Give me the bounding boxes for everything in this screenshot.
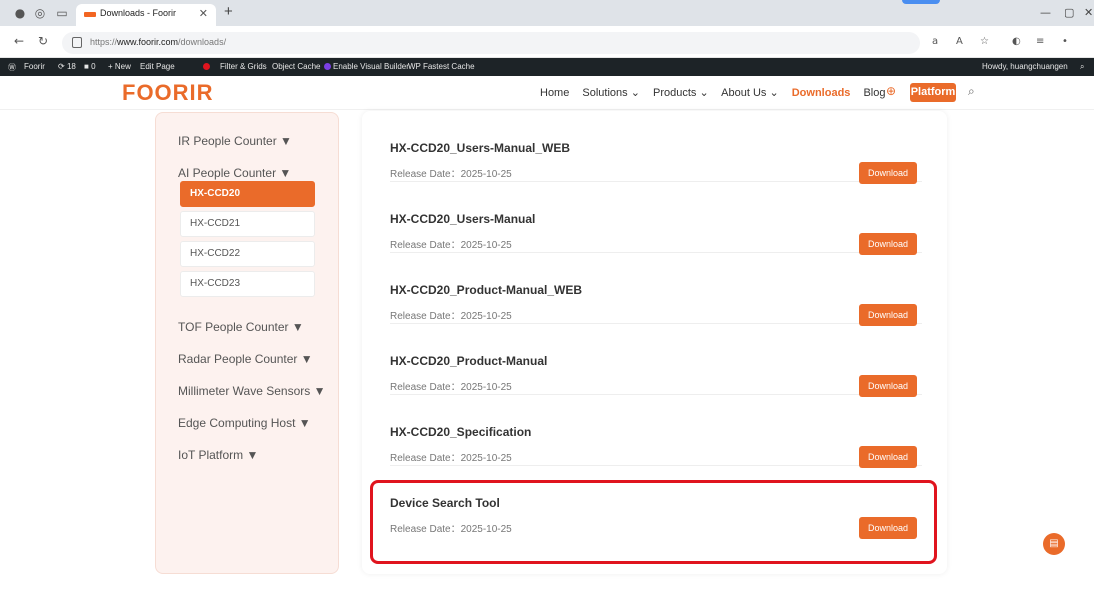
divi-icon [324,63,331,70]
wp-visual-builder-label: Enable Visual Builder [333,62,409,71]
refresh-icon[interactable]: ↻ [38,34,48,48]
subitem-hx-ccd20[interactable]: HX-CCD20 [180,181,315,207]
download-item: HX-CCD20_Users-Manual_WEB Release Date：2… [390,111,922,184]
download-button[interactable]: Download [859,162,917,184]
download-item-title: HX-CCD20_Product-Manual_WEB [390,283,583,297]
back-icon[interactable]: ← [14,34,24,48]
text-size-icon[interactable]: A [956,36,963,47]
category-tof-people-counter[interactable]: TOF People Counter ▼ [178,320,304,334]
download-item-title: HX-CCD20_Users-Manual_WEB [390,141,571,155]
url-field[interactable]: https://www.foorir.com/downloads/ [62,32,920,54]
category-sidebar: IR People Counter ▼ AI People Counter ▼ … [155,112,339,574]
category-edge-computing-host[interactable]: Edge Computing Host ▼ [178,416,311,430]
tab-close-icon[interactable]: ✕ [199,7,208,20]
lock-icon [72,37,82,48]
profile-icon[interactable]: ● [12,5,28,21]
wp-updates[interactable]: ⟳ 18 [58,62,76,71]
category-radar-people-counter[interactable]: Radar People Counter ▼ [178,352,313,366]
tab-actions-icon[interactable]: ▭ [54,5,70,21]
url-prefix: https:// [90,37,118,47]
globe-icon[interactable]: ⊕ [886,84,896,98]
download-item: HX-CCD20_Product-Manual Release Date：202… [390,324,922,397]
download-button[interactable]: Download [859,233,917,255]
download-item-date: Release Date：2025-10-25 [390,382,512,393]
download-item-title: HX-CCD20_Product-Manual [390,354,548,368]
wp-plugin-icon[interactable] [203,62,212,71]
download-item-date: Release Date：2025-10-25 [390,169,512,180]
category-iot-platform[interactable]: IoT Platform ▼ [178,448,258,462]
url-domain: www.foorir.com [117,37,179,47]
browser-tab-strip: ● ◎ ▭ Downloads - Foorir ✕ + — ▢ ✕ [0,0,1094,26]
download-item-title: HX-CCD20_Specification [390,425,532,439]
search-icon[interactable]: ⌕ [968,84,975,99]
copilot-icon[interactable]: ◐ [1012,36,1021,47]
download-button[interactable]: Download [859,375,917,397]
download-item: HX-CCD20_Users-Manual Release Date：2025-… [390,182,922,255]
wp-edit-page[interactable]: Edit Page [140,62,175,71]
download-item-title: HX-CCD20_Users-Manual [390,212,536,226]
menu-products[interactable]: Products ⌄ [653,87,709,99]
menu-about-us[interactable]: About Us ⌄ [721,87,779,99]
subitem-hx-ccd21[interactable]: HX-CCD21 [180,211,315,237]
category-millimeter-wave-sensors[interactable]: Millimeter Wave Sensors ▼ [178,384,325,398]
extensions-icon[interactable]: • [1062,36,1068,47]
menu-home[interactable]: Home [540,87,569,99]
menu-downloads[interactable]: Downloads [792,87,851,99]
wp-new[interactable]: + New [108,62,131,71]
wp-admin-bar: Ⓦ Foorir ⟳ 18 ■ 0 + New Edit Page Filter… [0,58,1094,76]
main-menu: Home Solutions ⌄ Products ⌄ About Us ⌄ D… [540,86,896,99]
browser-tab[interactable]: Downloads - Foorir ✕ [76,4,216,26]
wp-site-link[interactable]: Foorir [24,62,45,71]
download-item-date: Release Date：2025-10-25 [390,240,512,251]
workspaces-icon[interactable]: ◎ [32,5,48,21]
site-header: FOORIR Home Solutions ⌄ Products ⌄ About… [0,76,1094,110]
red-dot-icon [203,63,210,70]
new-tab-button[interactable]: + [224,3,233,20]
wp-fastest-cache[interactable]: WP Fastest Cache [408,62,475,71]
download-item: HX-CCD20_Product-Manual_WEB Release Date… [390,253,922,326]
menu-blog[interactable]: Blog [863,87,885,99]
favorite-icon[interactable]: ☆ [980,36,989,47]
category-ir-people-counter[interactable]: IR People Counter ▼ [178,134,292,148]
wp-updates-count: 18 [66,62,76,71]
subitem-hx-ccd22[interactable]: HX-CCD22 [180,241,315,267]
minimize-icon[interactable]: — [1040,6,1051,19]
download-button[interactable]: Download [859,304,917,326]
download-button[interactable]: Download [859,446,917,468]
wp-filter-grids[interactable]: Filter & Grids [220,62,267,71]
close-window-icon[interactable]: ✕ [1084,6,1093,19]
wp-comments[interactable]: ■ 0 [84,62,96,71]
address-bar: ← ↻ https://www.foorir.com/downloads/ a … [0,26,1094,58]
site-favicon [84,12,96,17]
wp-search-icon[interactable]: ⌕ [1080,62,1084,72]
tab-title: Downloads - Foorir [100,8,177,18]
wp-comments-count: 0 [91,62,96,71]
download-item-date: Release Date：2025-10-25 [390,311,512,322]
category-ai-people-counter[interactable]: AI People Counter ▼ [178,166,291,180]
site-logo[interactable]: FOORIR [122,80,214,106]
menu-solutions[interactable]: Solutions ⌄ [582,87,640,99]
wp-howdy[interactable]: Howdy, huangchuangen [982,62,1068,71]
platform-button[interactable]: Platform [910,83,956,102]
wp-visual-builder[interactable]: Enable Visual Builder [324,62,409,71]
download-item-date: Release Date：2025-10-25 [390,453,512,464]
highlight-box [370,480,937,564]
url-path: /downloads/ [178,37,227,47]
wordpress-icon[interactable]: Ⓦ [8,62,16,73]
read-aloud-icon[interactable]: a [932,36,938,47]
indicator-bar [902,0,940,4]
chat-icon[interactable]: ▤ [1043,533,1065,555]
subitem-hx-ccd23[interactable]: HX-CCD23 [180,271,315,297]
download-item: HX-CCD20_Specification Release Date：2025… [390,395,922,468]
wp-object-cache[interactable]: Object Cache [272,62,320,71]
restore-icon[interactable]: ▢ [1064,6,1074,19]
favorites-bar-icon[interactable]: ≡ [1036,36,1044,47]
